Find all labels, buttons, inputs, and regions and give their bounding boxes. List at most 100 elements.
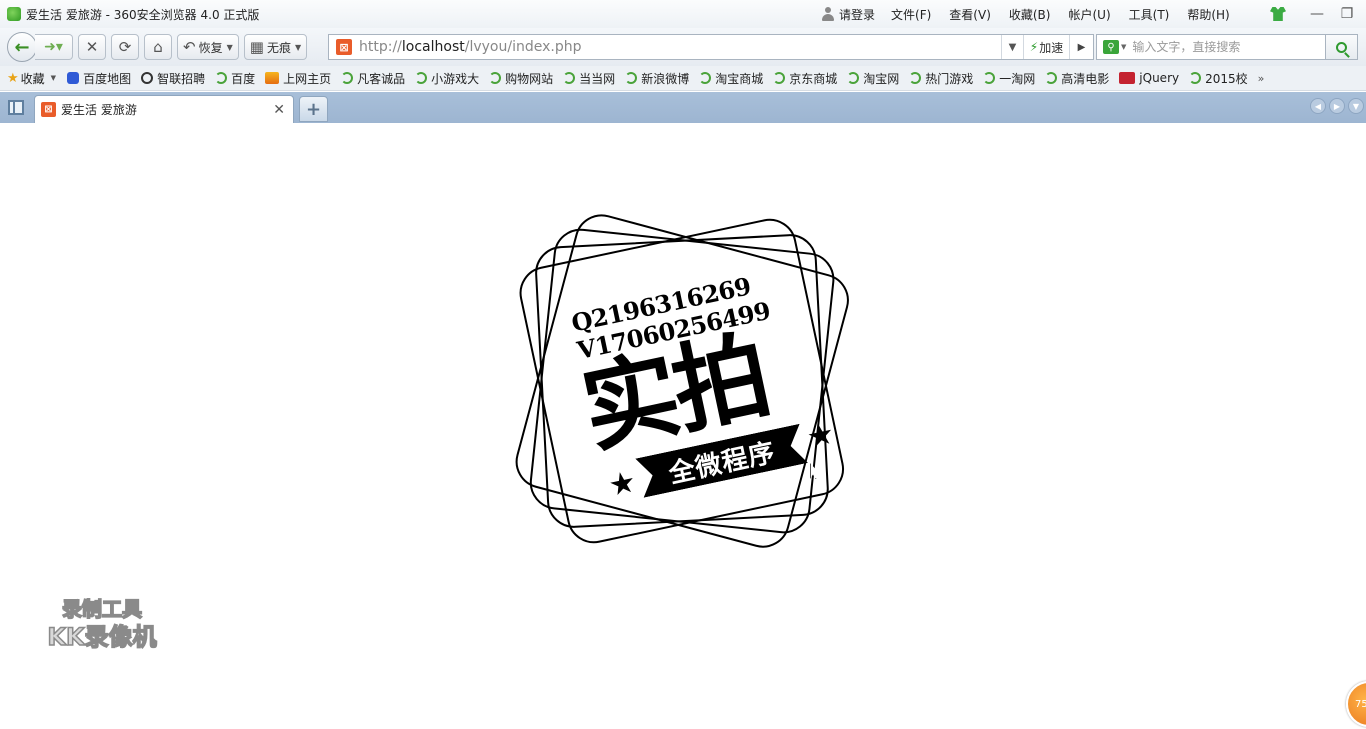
bookmark-hot-games[interactable]: 热门游戏 — [909, 70, 973, 87]
favorites-label: 收藏 — [20, 71, 45, 86]
bookmark-tmall[interactable]: 淘宝商城 — [699, 70, 763, 87]
tab-bar: ⊠ 爱生活 爱旅游 ✕ + ◀ ▶ ▼ — [0, 92, 1366, 123]
search-engine-icon[interactable]: ⚲ — [1103, 40, 1119, 54]
bookmarks-more-button[interactable]: » — [1258, 72, 1265, 85]
favorites-button[interactable]: ★ 收藏 ▼ — [7, 70, 56, 87]
restore-label: 恢复 — [198, 40, 223, 55]
menu-favorites[interactable]: 收藏(B) — [1009, 6, 1051, 23]
bookmarks-bar: ★ 收藏 ▼ 百度地图 智联招聘 百度 上网主页 凡客诚品 小游戏大 购物网站 … — [0, 66, 1366, 91]
play-icon: ▶ — [1077, 41, 1086, 53]
go-button[interactable]: ▶ — [1069, 35, 1093, 59]
navigation-bar: ← ➜▾ ✕ ⟳ ⌂ ↶ 恢复 ▼ ▦ 无痕 ▼ ⊠ http://localh… — [0, 28, 1366, 66]
ie-icon — [773, 72, 786, 84]
ie-icon — [341, 72, 354, 84]
bookmark-baidu[interactable]: 百度 — [215, 70, 255, 87]
user-icon — [822, 7, 834, 21]
stop-button[interactable]: ✕ — [78, 34, 106, 60]
minimize-icon: — — [1310, 6, 1324, 22]
floating-speed-badge[interactable]: 75 — [1346, 681, 1366, 727]
menu-help[interactable]: 帮助(H) — [1187, 6, 1229, 23]
ie-icon — [1189, 72, 1202, 84]
watermark-line2: KK录像机 — [47, 622, 158, 652]
menu-view[interactable]: 查看(V) — [949, 6, 991, 23]
back-button[interactable]: ← — [7, 32, 37, 62]
bookmark-weibo[interactable]: 新浪微博 — [625, 70, 689, 87]
ie-icon — [215, 72, 228, 84]
chevron-down-icon[interactable]: ▼ — [1121, 43, 1126, 51]
sidebar-toggle-icon[interactable] — [8, 100, 24, 115]
search-input[interactable] — [1132, 36, 1319, 58]
chevron-down-icon: ▼ — [226, 42, 233, 52]
bookmark-label: 上网主页 — [283, 71, 332, 86]
new-tab-button[interactable]: + — [299, 96, 328, 122]
window-title: 爱生活 爱旅游 - 360安全浏览器 4.0 正式版 — [26, 7, 260, 22]
tab-scroll-controls: ◀ ▶ ▼ — [1310, 98, 1364, 114]
tab-scroll-right-icon[interactable]: ▶ — [1329, 98, 1345, 114]
bookmark-label: 凡客诚品 — [357, 71, 406, 86]
bookmark-dangdang[interactable]: 当当网 — [563, 70, 615, 87]
bookmark-vancl[interactable]: 凡客诚品 — [341, 70, 405, 87]
accelerate-label: 加速 — [1039, 40, 1064, 55]
undo-icon: ↶ — [183, 38, 196, 56]
search-button[interactable] — [1326, 34, 1358, 60]
chevron-down-icon: ▼ — [294, 42, 302, 52]
menu-account[interactable]: 帐户(U) — [1068, 6, 1110, 23]
home-icon: ⌂ — [153, 38, 163, 56]
tab-scroll-left-icon[interactable]: ◀ — [1310, 98, 1326, 114]
bookmark-jquery[interactable]: jQuery — [1119, 71, 1179, 85]
bookmark-2015[interactable]: 2015校 — [1189, 70, 1248, 87]
refresh-icon: ⟳ — [118, 38, 132, 56]
close-icon: ✕ — [85, 38, 99, 56]
menu-tools[interactable]: 工具(T) — [1129, 6, 1170, 23]
minimize-button[interactable]: — — [1304, 4, 1330, 24]
incognito-button[interactable]: ▦ 无痕 ▼ — [243, 34, 308, 60]
menu-file[interactable]: 文件(F) — [891, 6, 931, 23]
tab-active[interactable]: ⊠ 爱生活 爱旅游 ✕ — [34, 95, 294, 123]
bookmark-taobao[interactable]: 淘宝网 — [847, 70, 899, 87]
bookmark-zhaopin[interactable]: 智联招聘 — [141, 70, 205, 87]
restore-button[interactable]: ❐ — [1334, 4, 1360, 24]
baidu-paw-icon — [67, 72, 80, 84]
ie-icon — [847, 72, 860, 84]
bookmark-jd[interactable]: 京东商城 — [773, 70, 837, 87]
bookmark-label: 新浪微博 — [641, 71, 690, 86]
bookmark-label: 当当网 — [579, 71, 616, 86]
stamp-content: Q2196316269 V17060256499 实拍 全微程序 — [511, 208, 855, 552]
bookmark-label: 高清电影 — [1061, 71, 1110, 86]
bookmark-games[interactable]: 小游戏大 — [415, 70, 479, 87]
refresh-button[interactable]: ⟳ — [111, 34, 139, 60]
forward-arrow-icon: ➜▾ — [44, 39, 63, 55]
bookmark-label: 百度 — [231, 71, 256, 86]
page-content: Q2196316269 V17060256499 实拍 全微程序 录制工具 KK… — [0, 123, 1366, 729]
incognito-icon: ▦ — [249, 38, 264, 56]
login-label: 请登录 — [839, 7, 876, 22]
close-icon[interactable]: ✕ — [273, 102, 285, 118]
forward-button[interactable]: ➜▾ — [35, 34, 73, 60]
address-url[interactable]: http://localhost/lvyou/index.php — [359, 39, 581, 55]
accelerate-button[interactable]: ⚡ 加速 — [1023, 35, 1069, 59]
bookmark-baidu-map[interactable]: 百度地图 — [67, 70, 131, 87]
address-dropdown-button[interactable]: ▼ — [1001, 35, 1023, 59]
w3-icon — [1119, 72, 1136, 84]
star-icon — [608, 470, 636, 498]
plus-icon: + — [305, 98, 322, 120]
menu-bar: 请登录 文件(F) 查看(V) 收藏(B) 帐户(U) 工具(T) 帮助(H) — [822, 0, 1248, 28]
bookmark-label: 百度地图 — [83, 71, 132, 86]
login-link[interactable]: 请登录 — [822, 6, 875, 23]
restore-icon: ❐ — [1340, 6, 1354, 22]
shirt-icon[interactable] — [1270, 7, 1286, 21]
site-favicon-icon: ⊠ — [41, 102, 56, 117]
window-controls: — ❐ — [1270, 0, 1360, 28]
bookmark-homepage[interactable]: 上网主页 — [265, 70, 331, 87]
bookmark-label: 淘宝商城 — [715, 71, 764, 86]
bookmark-shopping[interactable]: 购物网站 — [489, 70, 553, 87]
search-box: ⚲ ▼ — [1096, 34, 1326, 60]
tab-list-icon[interactable]: ▼ — [1348, 98, 1364, 114]
bookmark-etao[interactable]: 一淘网 — [983, 70, 1035, 87]
restore-tabs-button[interactable]: ↶ 恢复 ▼ — [177, 34, 239, 60]
bookmark-movies[interactable]: 高清电影 — [1045, 70, 1109, 87]
home-button[interactable]: ⌂ — [144, 34, 172, 60]
bookmark-label: 智联招聘 — [157, 71, 206, 86]
address-bar[interactable]: ⊠ http://localhost/lvyou/index.php ▼ ⚡ 加速… — [328, 34, 1094, 60]
ie-icon — [1045, 72, 1058, 84]
